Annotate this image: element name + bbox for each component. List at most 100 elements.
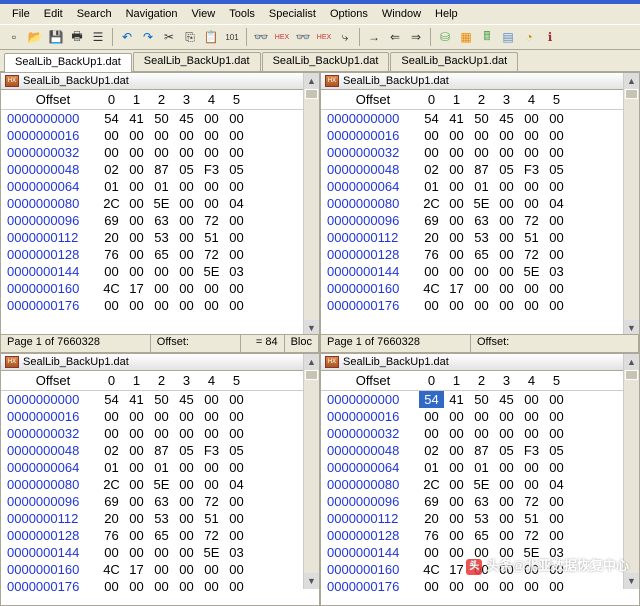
hex-byte[interactable]: 41	[124, 391, 149, 408]
hex-byte[interactable]: 00	[444, 442, 469, 459]
hex-byte[interactable]: 00	[544, 578, 569, 595]
hex-byte[interactable]: 00	[419, 408, 444, 425]
hex-row[interactable]: 0000000064010001000000	[321, 459, 639, 476]
hex-byte[interactable]: 00	[174, 280, 199, 297]
hex-byte[interactable]: 00	[444, 459, 469, 476]
hex-byte[interactable]: 51	[199, 229, 224, 246]
hex-byte[interactable]: 01	[99, 459, 124, 476]
options-icon[interactable]: ◔	[519, 27, 539, 47]
hex-row[interactable]: 000000004802008705F305	[321, 161, 639, 178]
hex-row[interactable]: 0000000128760065007200	[1, 246, 319, 263]
hex-byte[interactable]: 00	[149, 561, 174, 578]
hex-byte[interactable]: 00	[174, 127, 199, 144]
hex-byte[interactable]: 45	[494, 110, 519, 127]
hex-byte[interactable]: 02	[419, 442, 444, 459]
new-icon[interactable]: ▫	[4, 27, 24, 47]
hex-byte[interactable]: 00	[224, 110, 249, 127]
hex-byte[interactable]: 00	[519, 178, 544, 195]
hex-byte[interactable]: 00	[224, 578, 249, 595]
hex-byte[interactable]: 65	[469, 527, 494, 544]
hex-byte[interactable]: 00	[124, 527, 149, 544]
hex-byte[interactable]: 65	[469, 246, 494, 263]
hex-byte[interactable]: 00	[99, 578, 124, 595]
hex-byte[interactable]: 00	[149, 425, 174, 442]
hex-byte[interactable]: 03	[224, 544, 249, 561]
hex-byte[interactable]: 00	[99, 263, 124, 280]
hex-byte[interactable]: 00	[469, 561, 494, 578]
hex-byte[interactable]: 00	[519, 425, 544, 442]
hex-byte[interactable]: 53	[149, 229, 174, 246]
vertical-scrollbar[interactable]: ▲▼	[623, 354, 639, 589]
hex-byte[interactable]: 00	[124, 246, 149, 263]
hex-byte[interactable]: 72	[199, 493, 224, 510]
hex-byte[interactable]: 72	[199, 527, 224, 544]
hex-byte[interactable]: 45	[174, 391, 199, 408]
hex-byte[interactable]: 4C	[419, 561, 444, 578]
copy-icon[interactable]: ⎘	[180, 27, 200, 47]
tool-icon[interactable]: ▤	[498, 27, 518, 47]
hex-byte[interactable]: 05	[494, 161, 519, 178]
menu-options[interactable]: Options	[324, 6, 374, 22]
hex-byte[interactable]: 00	[99, 544, 124, 561]
hex-row[interactable]: 0000000016000000000000	[1, 408, 319, 425]
scroll-up-icon[interactable]: ▲	[624, 73, 639, 89]
hex-byte[interactable]: 00	[174, 459, 199, 476]
scroll-thumb[interactable]	[625, 89, 638, 99]
scroll-up-icon[interactable]: ▲	[304, 73, 319, 89]
hex-byte[interactable]: 41	[124, 110, 149, 127]
hex-row[interactable]: 0000000032000000000000	[321, 144, 639, 161]
hex-byte[interactable]: 00	[199, 391, 224, 408]
hex-byte[interactable]: 00	[149, 144, 174, 161]
hex-byte[interactable]: 00	[444, 195, 469, 212]
hex-byte[interactable]: 00	[419, 127, 444, 144]
hex-byte[interactable]: 00	[494, 263, 519, 280]
hex-byte[interactable]: 00	[124, 425, 149, 442]
hex-byte[interactable]: 00	[494, 246, 519, 263]
menu-tools[interactable]: Tools	[223, 6, 261, 22]
hex-byte[interactable]: 02	[99, 161, 124, 178]
hex-byte[interactable]: 00	[519, 578, 544, 595]
hex-byte[interactable]: 00	[174, 578, 199, 595]
hex-byte[interactable]: 54	[99, 391, 124, 408]
hex-byte[interactable]: 00	[494, 195, 519, 212]
hex-byte[interactable]: 01	[419, 178, 444, 195]
hex-row[interactable]: 0000000144000000005E03	[1, 263, 319, 280]
hex-row[interactable]: 0000000064010001000000	[1, 459, 319, 476]
hex-byte[interactable]: 00	[124, 263, 149, 280]
hex-byte[interactable]: 00	[174, 510, 199, 527]
hex-byte[interactable]: 87	[469, 161, 494, 178]
save-icon[interactable]: 💾	[46, 27, 66, 47]
hex-row[interactable]: 0000000000544150450000	[1, 391, 319, 408]
hex-byte[interactable]: 00	[544, 561, 569, 578]
hex-byte[interactable]: 76	[419, 527, 444, 544]
hex-row[interactable]: 0000000032000000000000	[321, 425, 639, 442]
hex-row[interactable]: 0000000032000000000000	[1, 425, 319, 442]
hex-byte[interactable]: 00	[124, 144, 149, 161]
hex-byte[interactable]: 00	[224, 459, 249, 476]
hex-byte[interactable]: 00	[494, 527, 519, 544]
hex-byte[interactable]: 00	[99, 127, 124, 144]
hex-byte[interactable]: 00	[519, 297, 544, 314]
hex-byte[interactable]: 00	[174, 561, 199, 578]
hex-row[interactable]: 0000000016000000000000	[321, 127, 639, 144]
vertical-scrollbar[interactable]: ▲▼	[303, 73, 319, 336]
hex-byte[interactable]: 41	[444, 110, 469, 127]
hex-byte[interactable]: 00	[419, 578, 444, 595]
hex-byte[interactable]: 05	[224, 161, 249, 178]
hex-byte[interactable]: 00	[444, 212, 469, 229]
hex-byte[interactable]: 01	[99, 178, 124, 195]
hex-byte[interactable]: 00	[174, 527, 199, 544]
redo-icon[interactable]: ↷	[138, 27, 158, 47]
hex-byte[interactable]: 00	[544, 127, 569, 144]
hex-row[interactable]: 0000000096690063007200	[321, 212, 639, 229]
hex-byte[interactable]: 00	[544, 493, 569, 510]
hex-byte[interactable]: 00	[124, 442, 149, 459]
hex-byte[interactable]: 45	[494, 391, 519, 408]
hex-byte[interactable]: 00	[174, 476, 199, 493]
hex-byte[interactable]: 00	[224, 510, 249, 527]
hex-byte[interactable]: 00	[224, 425, 249, 442]
hex-byte[interactable]: 00	[419, 544, 444, 561]
hex-byte[interactable]: 00	[174, 408, 199, 425]
hex-byte[interactable]: 00	[174, 195, 199, 212]
hex-byte[interactable]: 17	[124, 561, 149, 578]
